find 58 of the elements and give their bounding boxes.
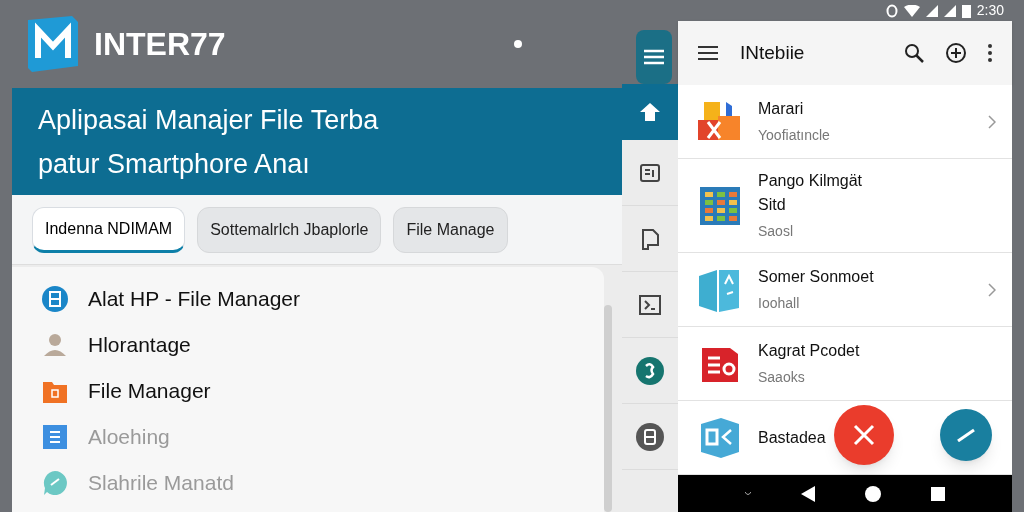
home-icon bbox=[639, 102, 661, 122]
status-time: 2:30 bbox=[976, 1, 1004, 21]
menu-item[interactable]: Hlorantage bbox=[88, 328, 191, 361]
menu-item[interactable]: File Manager bbox=[88, 374, 211, 407]
more-icon[interactable] bbox=[988, 44, 992, 63]
menu-icon bbox=[644, 49, 664, 65]
list-row[interactable]: Pango Kilmgät Sitd Saosl bbox=[678, 159, 1012, 254]
add-icon[interactable] bbox=[946, 43, 966, 64]
menu-item[interactable]: Alat HP - File Manager bbox=[88, 282, 301, 315]
menu-icon[interactable] bbox=[698, 45, 718, 62]
home-icon[interactable] bbox=[865, 485, 881, 502]
signal-icon bbox=[925, 4, 938, 17]
grid-icon bbox=[700, 186, 740, 225]
banner-heading: Aplipasai Manajer File Terba patur Smartphore Anaı bbox=[38, 103, 379, 181]
wifi-icon bbox=[903, 4, 920, 17]
tab[interactable]: Indenna NDIMAM bbox=[32, 206, 186, 253]
keyboard-hide-icon[interactable] bbox=[745, 491, 751, 496]
close-button[interactable] bbox=[834, 405, 894, 466]
device-icon bbox=[636, 422, 664, 451]
row-title: Bastadea bbox=[758, 427, 826, 448]
battery-icon bbox=[961, 3, 971, 18]
row-subtitle: Yoofiatıncle bbox=[758, 126, 831, 146]
person-icon bbox=[42, 331, 68, 358]
list-row[interactable]: Marari Yoofiatıncle bbox=[678, 85, 1012, 160]
logo-icon bbox=[28, 16, 78, 72]
recents-icon[interactable] bbox=[931, 486, 945, 501]
signal-icon bbox=[943, 4, 956, 17]
confirm-button[interactable] bbox=[940, 409, 992, 462]
alarm-icon bbox=[885, 3, 898, 18]
rail-item[interactable] bbox=[622, 84, 678, 140]
screen-title: INtebiie bbox=[740, 41, 806, 65]
terminal-icon bbox=[639, 294, 661, 315]
list-icon bbox=[639, 162, 661, 183]
app-title: INTER77 bbox=[94, 25, 226, 64]
book-icon bbox=[699, 267, 741, 312]
back-icon[interactable] bbox=[801, 485, 815, 502]
search-icon[interactable] bbox=[904, 43, 924, 64]
row-subtitle: Ioohall bbox=[758, 294, 801, 314]
close-icon bbox=[853, 424, 875, 447]
document-icon bbox=[640, 227, 660, 250]
row-subtitle: Saosl bbox=[758, 222, 795, 242]
chat-icon bbox=[42, 469, 68, 496]
list-row[interactable]: Somer Sonmoet Ioohall bbox=[678, 253, 1012, 328]
document-icon bbox=[701, 417, 739, 458]
app-icon bbox=[698, 101, 742, 142]
tab[interactable]: File Manage bbox=[393, 206, 508, 253]
menu-button[interactable] bbox=[636, 30, 672, 84]
storage-icon bbox=[42, 285, 68, 312]
row-title: Kagrat Pcodet bbox=[758, 341, 860, 362]
row-title: Marari bbox=[758, 99, 804, 120]
dot-icon bbox=[514, 40, 522, 48]
badge-icon bbox=[636, 356, 664, 385]
list-row[interactable]: Kagrat Pcodet Saaoks bbox=[678, 327, 1012, 402]
document-icon bbox=[42, 423, 68, 450]
row-title: Pango Kilmgät Sitd bbox=[758, 171, 864, 216]
tab[interactable]: Sottemalrlch Jbaplorle bbox=[197, 206, 382, 253]
row-title: Somer Sonmoet bbox=[758, 267, 874, 288]
row-subtitle: Saaoks bbox=[758, 368, 806, 388]
